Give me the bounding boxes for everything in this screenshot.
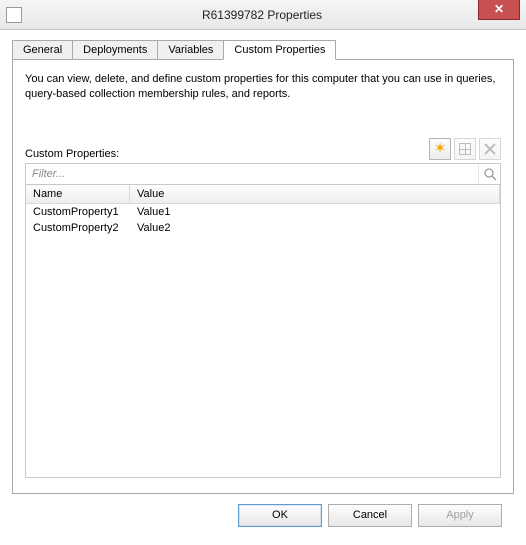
dialog-buttons: OK Cancel Apply — [12, 494, 514, 527]
filter-input[interactable] — [26, 164, 478, 184]
table-row[interactable]: CustomProperty2 Value2 — [26, 220, 500, 236]
new-icon: ✶ — [434, 141, 447, 156]
description-text: You can view, delete, and define custom … — [25, 72, 501, 102]
close-button[interactable]: ✕ — [478, 0, 520, 20]
window-icon — [6, 7, 22, 23]
tab-general[interactable]: General — [12, 40, 73, 60]
apply-button[interactable]: Apply — [418, 504, 502, 527]
column-header-name[interactable]: Name — [26, 185, 130, 203]
cell-value: Value2 — [130, 220, 500, 236]
window-title: R61399782 Properties — [28, 0, 526, 29]
tab-deployments[interactable]: Deployments — [72, 40, 158, 60]
grid-body: CustomProperty1 Value1 CustomProperty2 V… — [26, 204, 500, 236]
properties-grid: Name Value CustomProperty1 Value1 Custom… — [25, 185, 501, 478]
tab-custom-properties[interactable]: Custom Properties — [223, 40, 336, 60]
tab-strip: General Deployments Variables Custom Pro… — [12, 40, 514, 60]
cell-name: CustomProperty2 — [26, 220, 130, 236]
ok-button[interactable]: OK — [238, 504, 322, 527]
delete-property-button[interactable] — [479, 138, 501, 160]
table-row[interactable]: CustomProperty1 Value1 — [26, 204, 500, 220]
delete-icon — [484, 143, 496, 155]
cancel-button[interactable]: Cancel — [328, 504, 412, 527]
cell-value: Value1 — [130, 204, 500, 220]
grid-header: Name Value — [26, 185, 500, 204]
column-header-value[interactable]: Value — [130, 185, 500, 203]
close-icon: ✕ — [494, 2, 504, 16]
toolbar: ✶ — [429, 138, 501, 160]
title-bar: R61399782 Properties ✕ — [0, 0, 526, 30]
tab-variables[interactable]: Variables — [157, 40, 224, 60]
filter-row — [25, 163, 501, 185]
new-property-button[interactable]: ✶ — [429, 138, 451, 160]
section-label: Custom Properties: — [25, 148, 119, 160]
search-icon[interactable] — [478, 164, 500, 184]
properties-icon — [459, 143, 471, 155]
cell-name: CustomProperty1 — [26, 204, 130, 220]
edit-property-button[interactable] — [454, 138, 476, 160]
tab-panel: You can view, delete, and define custom … — [12, 59, 514, 494]
